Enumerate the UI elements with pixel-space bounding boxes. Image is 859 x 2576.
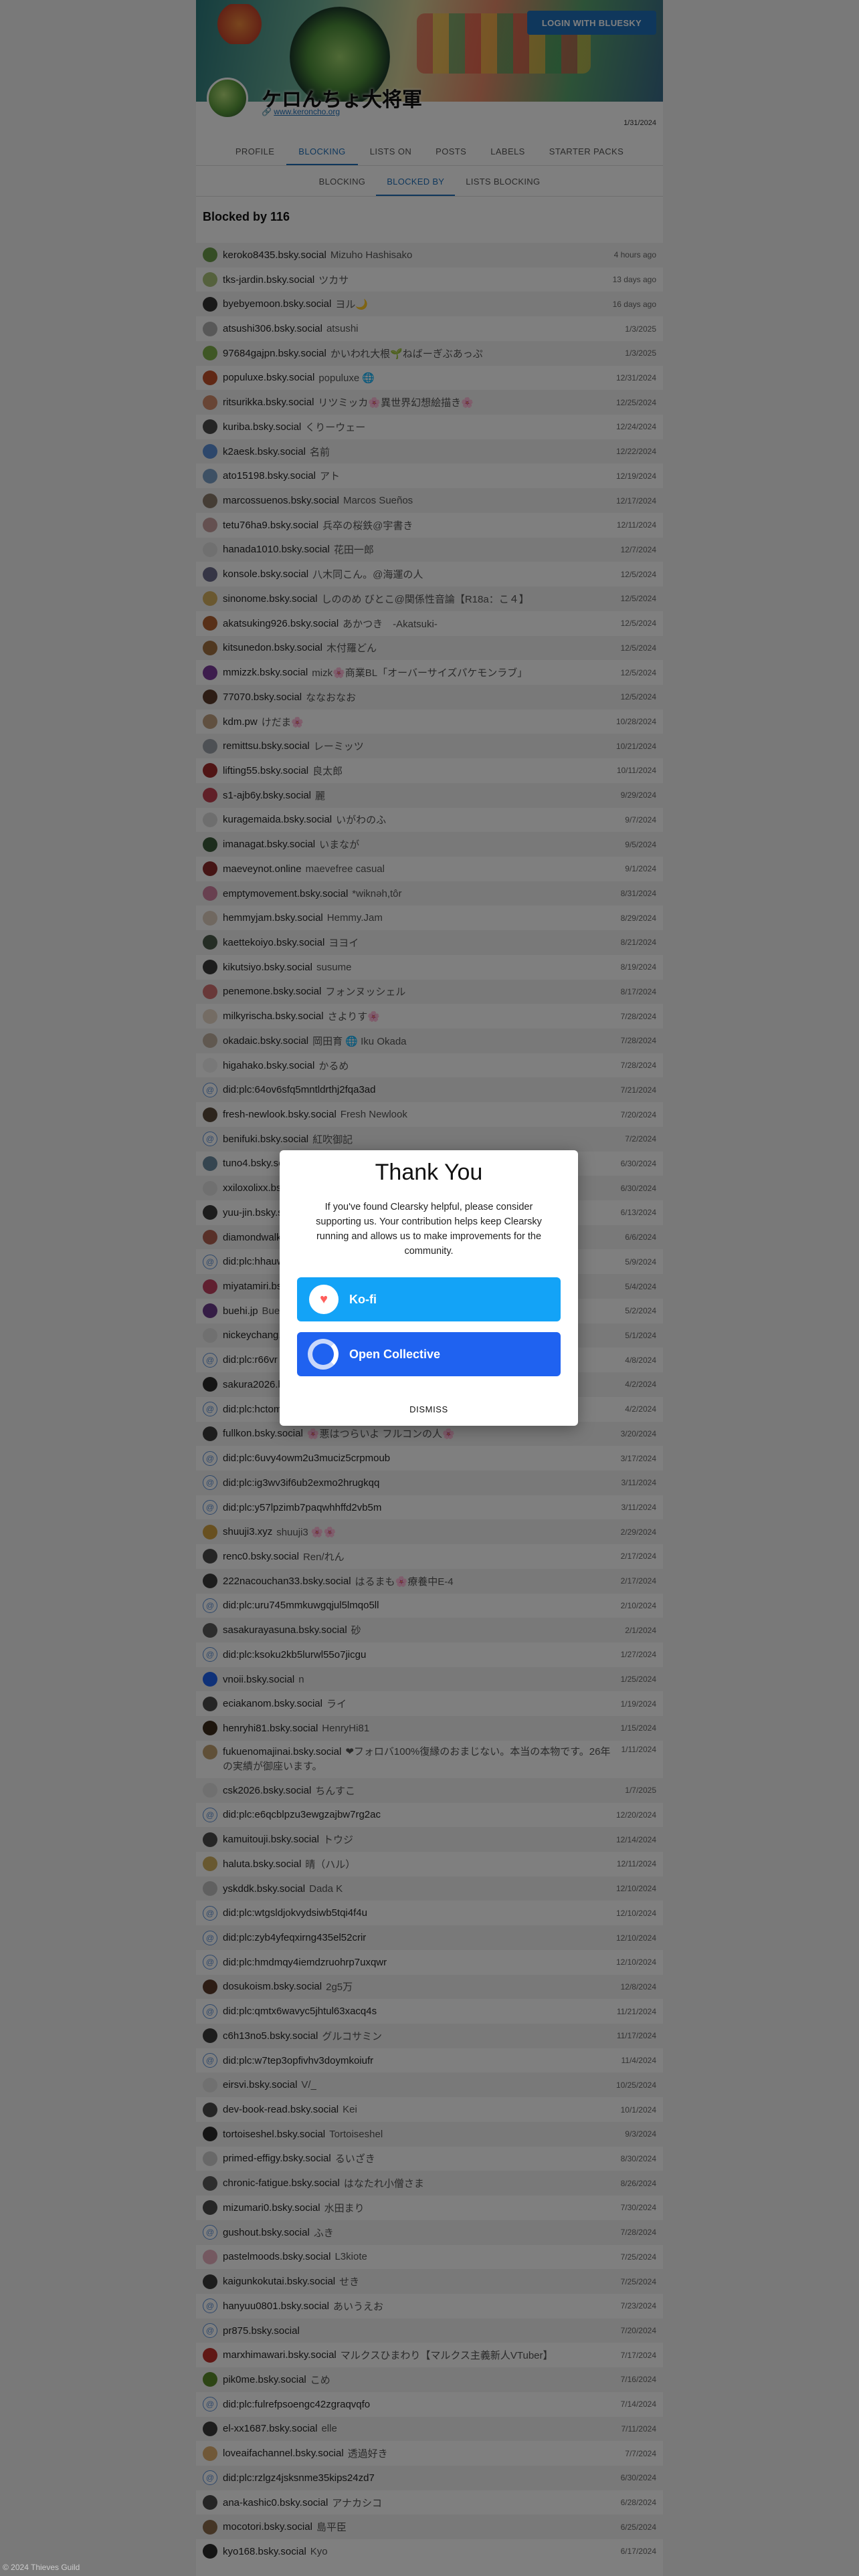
coffee-cup-heart-icon: ♥ xyxy=(309,1285,339,1314)
open-collective-label: Open Collective xyxy=(349,1347,441,1361)
open-collective-button[interactable]: Open Collective xyxy=(297,1332,561,1376)
modal-text: If you've found Clearsky helpful, please… xyxy=(316,1202,542,1257)
footer-text: © 2024 Thieves Guild xyxy=(3,2563,80,2572)
kofi-button[interactable]: ♥ Ko-fi xyxy=(297,1277,561,1321)
open-collective-ring-icon xyxy=(308,1339,339,1370)
modal-title: Thank You xyxy=(375,1160,483,1185)
dismiss-button[interactable]: DISMISS xyxy=(280,1404,578,1414)
thank-you-modal: Thank You If you've found Clearsky helpf… xyxy=(280,1150,578,1426)
kofi-label: Ko-fi xyxy=(349,1292,377,1306)
